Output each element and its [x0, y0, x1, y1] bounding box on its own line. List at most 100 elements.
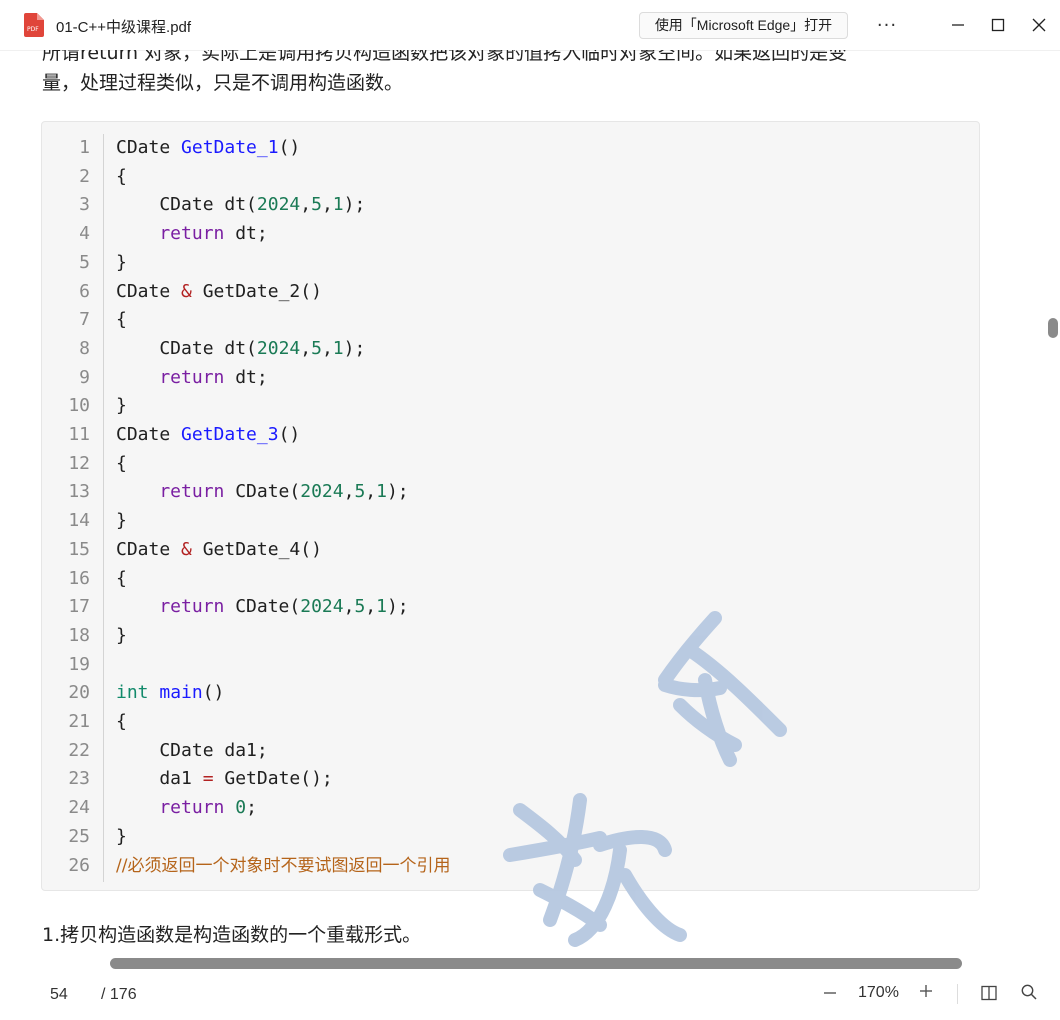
title-bar: PDF 01-C++中级课程.pdf 使用「Microsoft Edge」打开 … — [0, 0, 1060, 51]
code-token: GetDate_3 — [181, 424, 279, 445]
search-icon — [1021, 984, 1037, 1000]
code-token: CDate dt( — [116, 337, 257, 359]
code-token: { — [116, 165, 127, 187]
code-token: 5 — [354, 596, 366, 618]
code-text: return CDate(2024,5,1); — [116, 593, 408, 622]
line-number: 17 — [68, 596, 90, 618]
current-page-input[interactable]: 54 — [50, 986, 68, 1004]
code-token: { — [116, 309, 127, 331]
code-token: { — [116, 452, 127, 474]
maximize-button[interactable] — [983, 10, 1013, 40]
code-text: return 0; — [116, 794, 257, 823]
code-token: & — [181, 280, 192, 302]
line-number: 12 — [68, 452, 90, 474]
zoom-level[interactable]: 170% — [858, 984, 899, 1002]
line-number: 9 — [79, 366, 90, 388]
line-number: 22 — [68, 739, 90, 761]
line-number: 15 — [68, 538, 90, 560]
code-text: CDate & GetDate_4() — [116, 536, 322, 565]
code-token: 2024 — [300, 481, 344, 503]
search-button[interactable] — [1020, 983, 1038, 1005]
line-number: 3 — [79, 194, 90, 216]
code-token: ); — [343, 194, 366, 216]
code-token: GetDate(); — [213, 768, 333, 790]
code-token: main — [159, 682, 203, 704]
code-token: } — [116, 825, 127, 847]
zoom-out-button[interactable] — [822, 982, 838, 1006]
code-token: return — [116, 366, 225, 388]
more-options-button[interactable]: ··· — [872, 10, 902, 40]
line-number: 26 — [68, 854, 90, 876]
line-number: 11 — [68, 424, 90, 445]
open-in-edge-button[interactable]: 使用「Microsoft Edge」打开 — [639, 12, 848, 39]
code-token: dt; — [224, 223, 268, 245]
paragraph-text: 1.拷贝构造函数是构造函数的一个重载形式。 — [42, 924, 422, 946]
line-number: 24 — [68, 797, 90, 819]
minus-icon — [824, 992, 836, 994]
minimize-icon — [952, 24, 964, 26]
code-token: CDate dt( — [116, 194, 257, 216]
code-token: CDate da1; — [116, 739, 268, 761]
line-number: 7 — [79, 309, 90, 331]
vertical-scrollbar-thumb[interactable] — [1048, 318, 1058, 338]
line-number: 16 — [68, 567, 90, 589]
code-token: CDate( — [224, 596, 301, 618]
code-token: { — [116, 567, 127, 589]
line-number: 8 — [79, 337, 90, 359]
code-token: () — [278, 137, 301, 158]
code-token: return — [116, 596, 225, 618]
code-token: , — [300, 337, 312, 359]
code-token: } — [116, 510, 127, 532]
line-number: 23 — [68, 768, 90, 790]
code-token: { — [116, 711, 127, 732]
svg-text:PDF: PDF — [27, 26, 39, 33]
minimize-button[interactable] — [943, 10, 973, 40]
code-token: return — [116, 481, 225, 503]
line-number: 10 — [68, 395, 90, 417]
code-text: { — [116, 163, 127, 192]
line-number: 13 — [68, 481, 90, 503]
code-text: { — [116, 708, 127, 737]
code-token: } — [116, 251, 127, 273]
code-token: 1 — [376, 481, 387, 503]
line-number: 1 — [79, 137, 90, 158]
code-token: return — [116, 797, 225, 819]
code-token: //必须返回一个对象时不要试图返回一个引用 — [116, 855, 451, 876]
code-text: { — [116, 450, 127, 479]
code-token: CDate( — [224, 481, 301, 503]
paragraph-text: 量，处理过程类似，只是不调用构造函数。 — [42, 72, 404, 94]
code-token: } — [116, 395, 127, 417]
two-page-layout-icon — [981, 985, 997, 1001]
code-token: , — [365, 596, 377, 618]
code-token: return — [116, 223, 225, 245]
code-token: GetDate_4() — [191, 538, 322, 560]
page-layout-button[interactable] — [980, 984, 998, 1006]
horizontal-scrollbar-thumb[interactable] — [110, 958, 962, 969]
code-token: ); — [386, 481, 409, 503]
zoom-in-button[interactable] — [918, 980, 934, 1005]
code-token: 5 — [311, 194, 322, 216]
code-text: return dt; — [116, 220, 268, 249]
line-number: 14 — [68, 510, 90, 532]
code-token: } — [116, 624, 127, 646]
code-token: () — [278, 424, 301, 445]
line-number: 20 — [68, 682, 90, 704]
code-text: CDate & GetDate_2() — [116, 278, 322, 307]
code-token: , — [300, 194, 312, 216]
code-token: 5 — [354, 481, 366, 503]
code-token: , — [343, 481, 355, 503]
code-text: CDate GetDate_3() — [116, 421, 300, 450]
line-number: 25 — [68, 825, 90, 847]
code-text: return CDate(2024,5,1); — [116, 478, 409, 507]
page-total: / 176 — [101, 986, 137, 1003]
code-token: 2024 — [300, 596, 344, 618]
code-text: CDate GetDate_1() — [116, 134, 300, 163]
code-token: & — [181, 538, 192, 560]
code-token: 2024 — [256, 194, 301, 216]
code-token: ); — [343, 337, 366, 359]
close-button[interactable] — [1024, 10, 1054, 40]
code-token: () — [202, 682, 225, 704]
line-number: 2 — [79, 165, 90, 187]
line-number: 18 — [68, 624, 90, 646]
